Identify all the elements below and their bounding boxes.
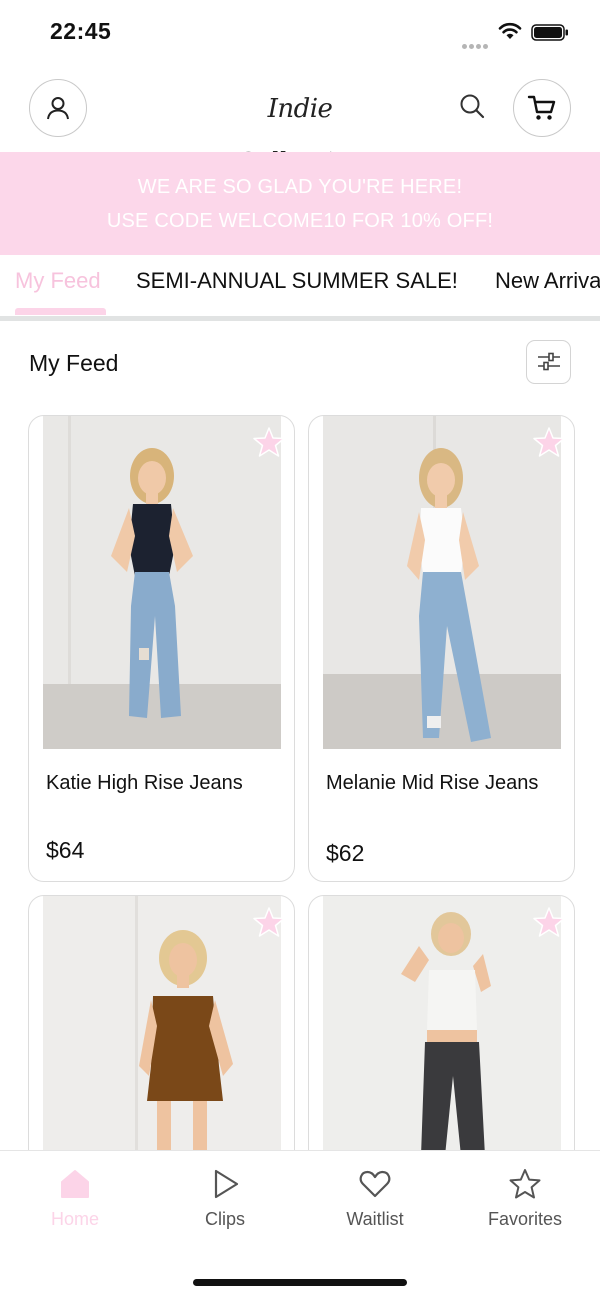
- app-header: Indie Collection: [0, 78, 600, 178]
- favorite-star-icon[interactable]: [533, 426, 565, 458]
- product-card[interactable]: Melanie Mid Rise Jeans $62: [308, 415, 575, 882]
- star-icon: [509, 1169, 541, 1199]
- product-card[interactable]: [308, 895, 575, 1175]
- nav-home[interactable]: Home: [20, 1167, 130, 1230]
- product-photo[interactable]: [43, 896, 281, 1174]
- signal-icon: [462, 36, 490, 49]
- promo-line-1: WE ARE SO GLAD YOU'RE HERE!: [137, 176, 463, 198]
- home-indicator: [193, 1279, 407, 1286]
- filter-button[interactable]: [526, 340, 571, 384]
- model-image: [43, 416, 281, 749]
- product-name[interactable]: Melanie Mid Rise Jeans: [326, 768, 558, 799]
- tab-summer-sale[interactable]: SEMI-ANNUAL SUMMER SALE!: [136, 268, 458, 294]
- cart-button[interactable]: [513, 79, 571, 137]
- product-card[interactable]: [28, 895, 295, 1175]
- favorite-star-icon[interactable]: [253, 906, 285, 938]
- tab-my-feed[interactable]: My Feed: [15, 268, 101, 294]
- home-icon: [61, 1170, 89, 1198]
- nav-label: Favorites: [487, 1209, 563, 1229]
- promo-line-2: USE CODE WELCOME10 FOR 10% OFF!: [106, 210, 494, 232]
- play-icon: [214, 1169, 239, 1199]
- search-icon: [460, 94, 485, 119]
- nav-favorites[interactable]: Favorites: [470, 1167, 580, 1230]
- nav-label: Clips: [204, 1209, 245, 1229]
- user-icon: [47, 97, 69, 120]
- model-image: [323, 896, 561, 1174]
- wifi-icon: [498, 22, 522, 39]
- product-photo[interactable]: [323, 416, 561, 749]
- feed-title: My Feed: [29, 350, 119, 376]
- product-name[interactable]: Katie High Rise Jeans: [46, 768, 278, 799]
- favorite-star-icon[interactable]: [533, 906, 565, 938]
- category-tabs: My Feed SEMI-ANNUAL SUMMER SALE! New Arr…: [0, 256, 600, 320]
- status-time: 22:45: [50, 18, 112, 44]
- nav-label: Home: [50, 1209, 99, 1229]
- search-button[interactable]: [456, 90, 488, 122]
- status-bar: 22:45: [0, 0, 600, 66]
- sliders-icon: [537, 352, 560, 371]
- product-price: $62: [326, 840, 365, 866]
- profile-button[interactable]: [29, 79, 87, 137]
- bottom-nav: Home Clips Waitlist Favorites: [0, 1150, 600, 1299]
- cart-icon: [527, 95, 556, 120]
- product-price: $64: [46, 837, 85, 863]
- product-card[interactable]: Katie High Rise Jeans $64: [28, 415, 295, 882]
- model-image: [323, 416, 561, 749]
- product-photo[interactable]: [323, 896, 561, 1174]
- model-image: [43, 896, 281, 1174]
- active-tab-indicator: [15, 308, 106, 315]
- nav-clips[interactable]: Clips: [170, 1167, 280, 1230]
- brand-logo[interactable]: Indie Collection: [200, 82, 400, 178]
- product-photo[interactable]: [43, 416, 281, 749]
- heart-icon: [359, 1170, 391, 1198]
- favorite-star-icon[interactable]: [253, 426, 285, 458]
- battery-icon: [531, 24, 568, 41]
- nav-label: Waitlist: [346, 1209, 404, 1229]
- promo-banner[interactable]: WE ARE SO GLAD YOU'RE HERE! USE CODE WEL…: [0, 152, 600, 255]
- tabs-divider: [0, 316, 600, 321]
- nav-waitlist[interactable]: Waitlist: [320, 1167, 430, 1230]
- tab-new-arrivals[interactable]: New Arrivals: [495, 268, 600, 294]
